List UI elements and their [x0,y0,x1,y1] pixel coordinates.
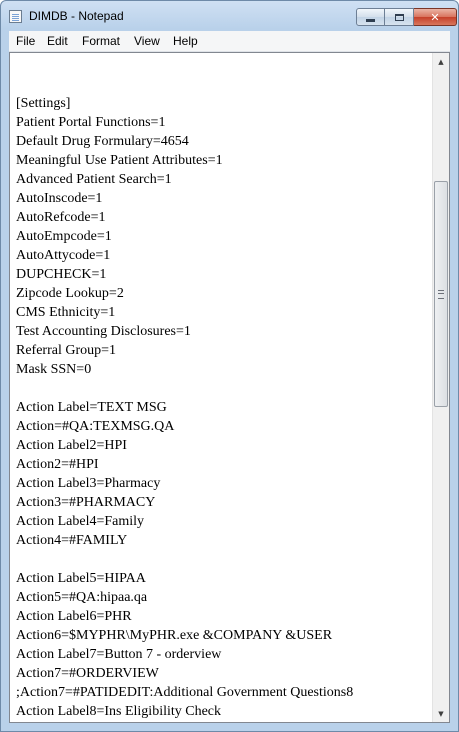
text-line[interactable]: Action Label=TEXT MSG [16,398,424,417]
text-line[interactable]: Action Label6=PHR [16,607,424,626]
text-line[interactable] [16,75,424,94]
text-line[interactable]: Action Label7=Button 7 - orderview [16,645,424,664]
text-line[interactable]: [Settings] [16,94,424,113]
text-editor[interactable]: [Settings] Patient Portal Functions=1 Defa… [9,52,450,723]
document-text[interactable]: [Settings] Patient Portal Functions=1 Defa… [16,75,424,722]
text-line[interactable]: Zipcode Lookup=2 [16,284,424,303]
text-line[interactable]: Patient Portal Functions=1 [16,113,424,132]
notepad-window: DIMDB - Notepad ✕ File Edit Format View … [0,0,459,732]
text-line[interactable] [16,550,424,569]
text-line[interactable]: Referral Group=1 [16,341,424,360]
text-line[interactable] [16,379,424,398]
text-line[interactable]: Action8=#ELIGIBILITY [16,721,424,722]
text-line[interactable]: Advanced Patient Search=1 [16,170,424,189]
menu-format[interactable]: Format [82,34,120,48]
window-title: DIMDB - Notepad [29,9,124,23]
vertical-scrollbar[interactable]: ▲ ▼ [432,53,449,722]
close-icon: ✕ [430,10,440,24]
notepad-icon[interactable] [9,10,22,23]
menu-help[interactable]: Help [173,34,198,48]
text-line[interactable]: CMS Ethnicity=1 [16,303,424,322]
text-line[interactable]: DUPCHECK=1 [16,265,424,284]
close-button[interactable]: ✕ [414,8,457,26]
text-line[interactable]: Default Drug Formulary=4654 [16,132,424,151]
menu-view[interactable]: View [134,34,160,48]
text-line[interactable]: ;Action7=#PATIDEDIT:Additional Governmen… [16,683,424,702]
text-line[interactable]: Meaningful Use Patient Attributes=1 [16,151,424,170]
text-line[interactable]: Action Label5=HIPAA [16,569,424,588]
title-bar[interactable]: DIMDB - Notepad ✕ [1,1,458,31]
text-line[interactable]: Action4=#FAMILY [16,531,424,550]
text-line[interactable]: Mask SSN=0 [16,360,424,379]
text-line[interactable]: AutoInscode=1 [16,189,424,208]
maximize-button[interactable] [385,8,414,26]
text-line[interactable]: AutoEmpcode=1 [16,227,424,246]
grip-icon [438,290,444,299]
scroll-up-arrow-icon[interactable]: ▲ [433,53,449,70]
text-line[interactable]: Action Label8=Ins Eligibility Check [16,702,424,721]
menu-file[interactable]: File [16,34,35,48]
text-line[interactable]: Action Label4=Family [16,512,424,531]
maximize-icon [394,13,404,21]
text-line[interactable]: Action5=#QA:hipaa.qa [16,588,424,607]
text-line[interactable]: Action7=#ORDERVIEW [16,664,424,683]
scrollbar-thumb[interactable] [434,181,448,407]
text-line[interactable]: Action3=#PHARMACY [16,493,424,512]
scroll-down-arrow-icon[interactable]: ▼ [433,705,449,722]
menu-edit[interactable]: Edit [47,34,68,48]
minimize-icon [366,18,375,22]
text-line[interactable]: AutoRefcode=1 [16,208,424,227]
text-line[interactable]: Test Accounting Disclosures=1 [16,322,424,341]
text-line[interactable]: AutoAttycode=1 [16,246,424,265]
text-line[interactable]: Action Label2=HPI [16,436,424,455]
text-line[interactable]: Action Label3=Pharmacy [16,474,424,493]
text-line[interactable]: Action2=#HPI [16,455,424,474]
text-line[interactable]: Action=#QA:TEXMSG.QA [16,417,424,436]
minimize-button[interactable] [356,8,385,26]
menu-bar: File Edit Format View Help [9,31,450,52]
text-line[interactable]: Action6=$MYPHR\MyPHR.exe &COMPANY &USER [16,626,424,645]
